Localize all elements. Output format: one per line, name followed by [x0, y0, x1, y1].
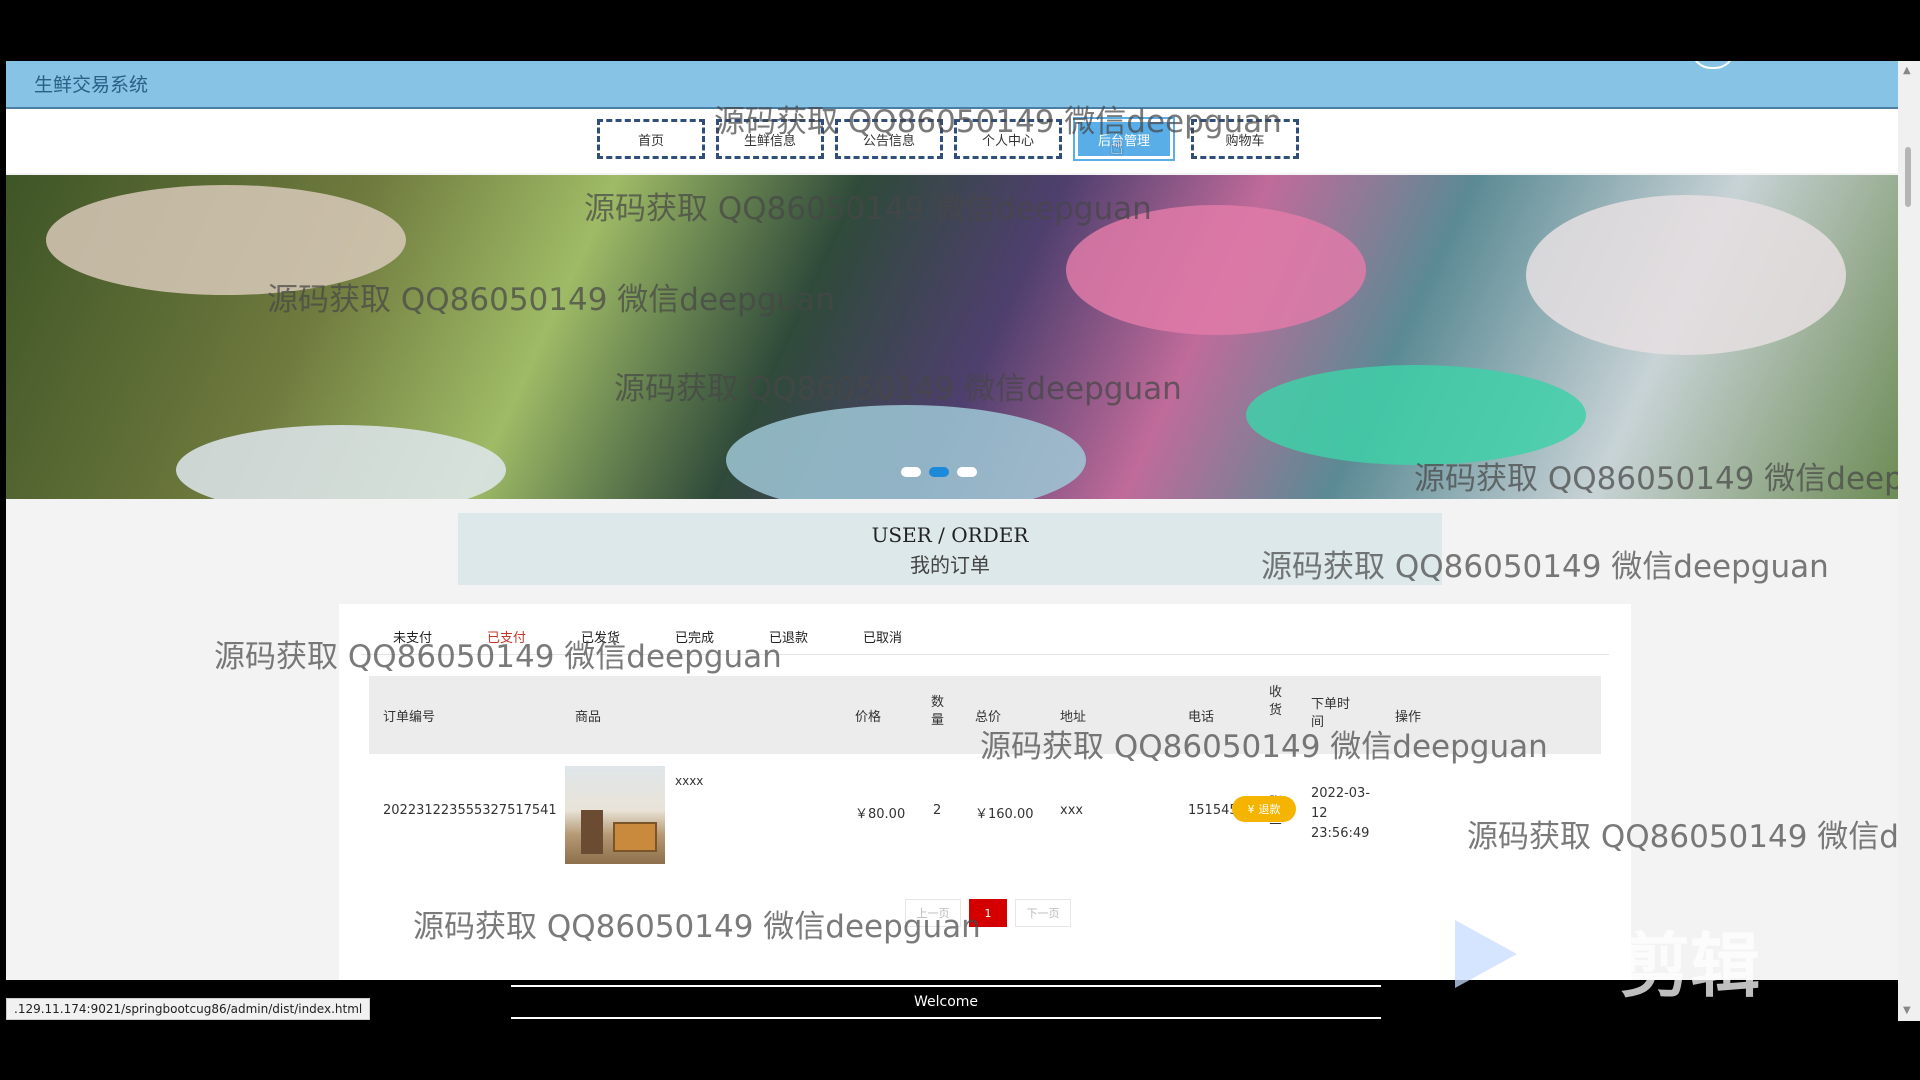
- banner-fish-3: [726, 405, 1086, 499]
- editor-play-icon: [1455, 920, 1517, 988]
- scroll-thumb[interactable]: [1905, 147, 1911, 207]
- nav-fresh-info[interactable]: 生鲜信息: [716, 119, 824, 159]
- carousel-dot-2[interactable]: [929, 467, 949, 477]
- th-total: 总价: [975, 710, 1002, 725]
- section-header: USER / ORDER 我的订单: [458, 513, 1442, 585]
- total-price: ￥160.00: [975, 807, 1034, 822]
- banner-carousel[interactable]: [6, 175, 1898, 499]
- top-header-bar: 生鲜交易系统: [6, 61, 1898, 109]
- pagination-prev[interactable]: 上一页: [905, 899, 961, 927]
- pointer-cursor-icon: ☝: [1110, 135, 1124, 160]
- browser-viewport: 生鲜交易系统 首页 生鲜信息 公告信息 个人中心 后台管理 购物车 USER /…: [6, 61, 1898, 980]
- thumbnail-door: [581, 810, 603, 854]
- tab-completed[interactable]: 已完成: [675, 627, 714, 646]
- order-table-header: 订单编号 商品 价格 数量 总价 地址 电话 收货 下单时间 操作: [369, 676, 1601, 754]
- nav-cart[interactable]: 购物车: [1191, 119, 1299, 159]
- order-number: 202231223555327517541: [383, 803, 557, 818]
- nav-announcements[interactable]: 公告信息: [835, 119, 943, 159]
- table-row: 202231223555327517541 xxxx ￥80.00 2 ￥160…: [369, 756, 1601, 866]
- carousel-dot-1[interactable]: [901, 467, 921, 477]
- user-avatar[interactable]: [1691, 61, 1735, 69]
- order-time: 2022-03-12 23:56:49: [1311, 786, 1371, 841]
- tab-refunded[interactable]: 已退款: [769, 627, 808, 646]
- banner-fish-4: [1066, 205, 1366, 335]
- unit-price: ￥80.00: [855, 807, 906, 822]
- banner-fish-1: [46, 185, 406, 295]
- tab-paid[interactable]: 已支付: [487, 627, 526, 646]
- banner-fish-5: [1246, 365, 1586, 465]
- product-name[interactable]: xxxx: [675, 774, 703, 788]
- banner-fish-2: [176, 425, 506, 499]
- order-panel: 未支付 已支付 已发货 已完成 已退款 已取消 订单编号 商品 价格 数量 总价…: [339, 604, 1631, 980]
- editor-watermark: 剪辑: [1620, 925, 1760, 1007]
- carousel-dot-3[interactable]: [957, 467, 977, 477]
- welcome-bar: Welcome: [511, 985, 1381, 1019]
- tab-shipped[interactable]: 已发货: [581, 627, 620, 646]
- site-title: 生鲜交易系统: [34, 74, 149, 96]
- carousel-indicators: [901, 467, 977, 477]
- quantity: 2: [933, 803, 942, 818]
- th-quantity: 数量: [931, 695, 945, 728]
- th-product: 商品: [575, 710, 602, 725]
- refund-button-label: 退款: [1258, 803, 1281, 816]
- banner-fish-6: [1526, 195, 1846, 355]
- tab-unpaid[interactable]: 未支付: [393, 627, 432, 646]
- vertical-scrollbar[interactable]: ▲ ▼: [1898, 61, 1920, 1021]
- th-receiver: 收货: [1269, 685, 1283, 718]
- th-phone: 电话: [1188, 710, 1215, 725]
- section-title-en: USER / ORDER: [871, 523, 1029, 547]
- th-price: 价格: [855, 710, 882, 725]
- th-action: 操作: [1395, 710, 1422, 725]
- pagination-next[interactable]: 下一页: [1015, 899, 1071, 927]
- pagination-page-1[interactable]: 1: [969, 899, 1007, 927]
- main-nav: 首页 生鲜信息 公告信息 个人中心 后台管理 购物车: [6, 109, 1898, 173]
- th-order-time: 下单时间: [1311, 697, 1351, 730]
- refund-coin-icon: ¥: [1247, 802, 1255, 816]
- nav-home[interactable]: 首页: [597, 119, 705, 159]
- address: xxx: [1060, 803, 1084, 818]
- status-bar-url: .129.11.174:9021/springbootcug86/admin/d…: [6, 998, 371, 1020]
- nav-personal-center[interactable]: 个人中心: [954, 119, 1062, 159]
- scroll-up-icon[interactable]: ▲: [1903, 65, 1911, 76]
- nav-admin[interactable]: 后台管理: [1073, 117, 1175, 161]
- scroll-down-icon[interactable]: ▼: [1903, 1005, 1911, 1016]
- th-order-no: 订单编号: [383, 710, 436, 725]
- product-thumbnail[interactable]: [565, 766, 665, 864]
- tab-divider: [361, 654, 1609, 655]
- th-address: 地址: [1060, 710, 1087, 725]
- thumbnail-shelf: [613, 822, 657, 852]
- section-title-cn: 我的订单: [910, 553, 990, 577]
- refund-button[interactable]: ¥ 退款: [1232, 796, 1296, 822]
- tab-cancelled[interactable]: 已取消: [863, 627, 902, 646]
